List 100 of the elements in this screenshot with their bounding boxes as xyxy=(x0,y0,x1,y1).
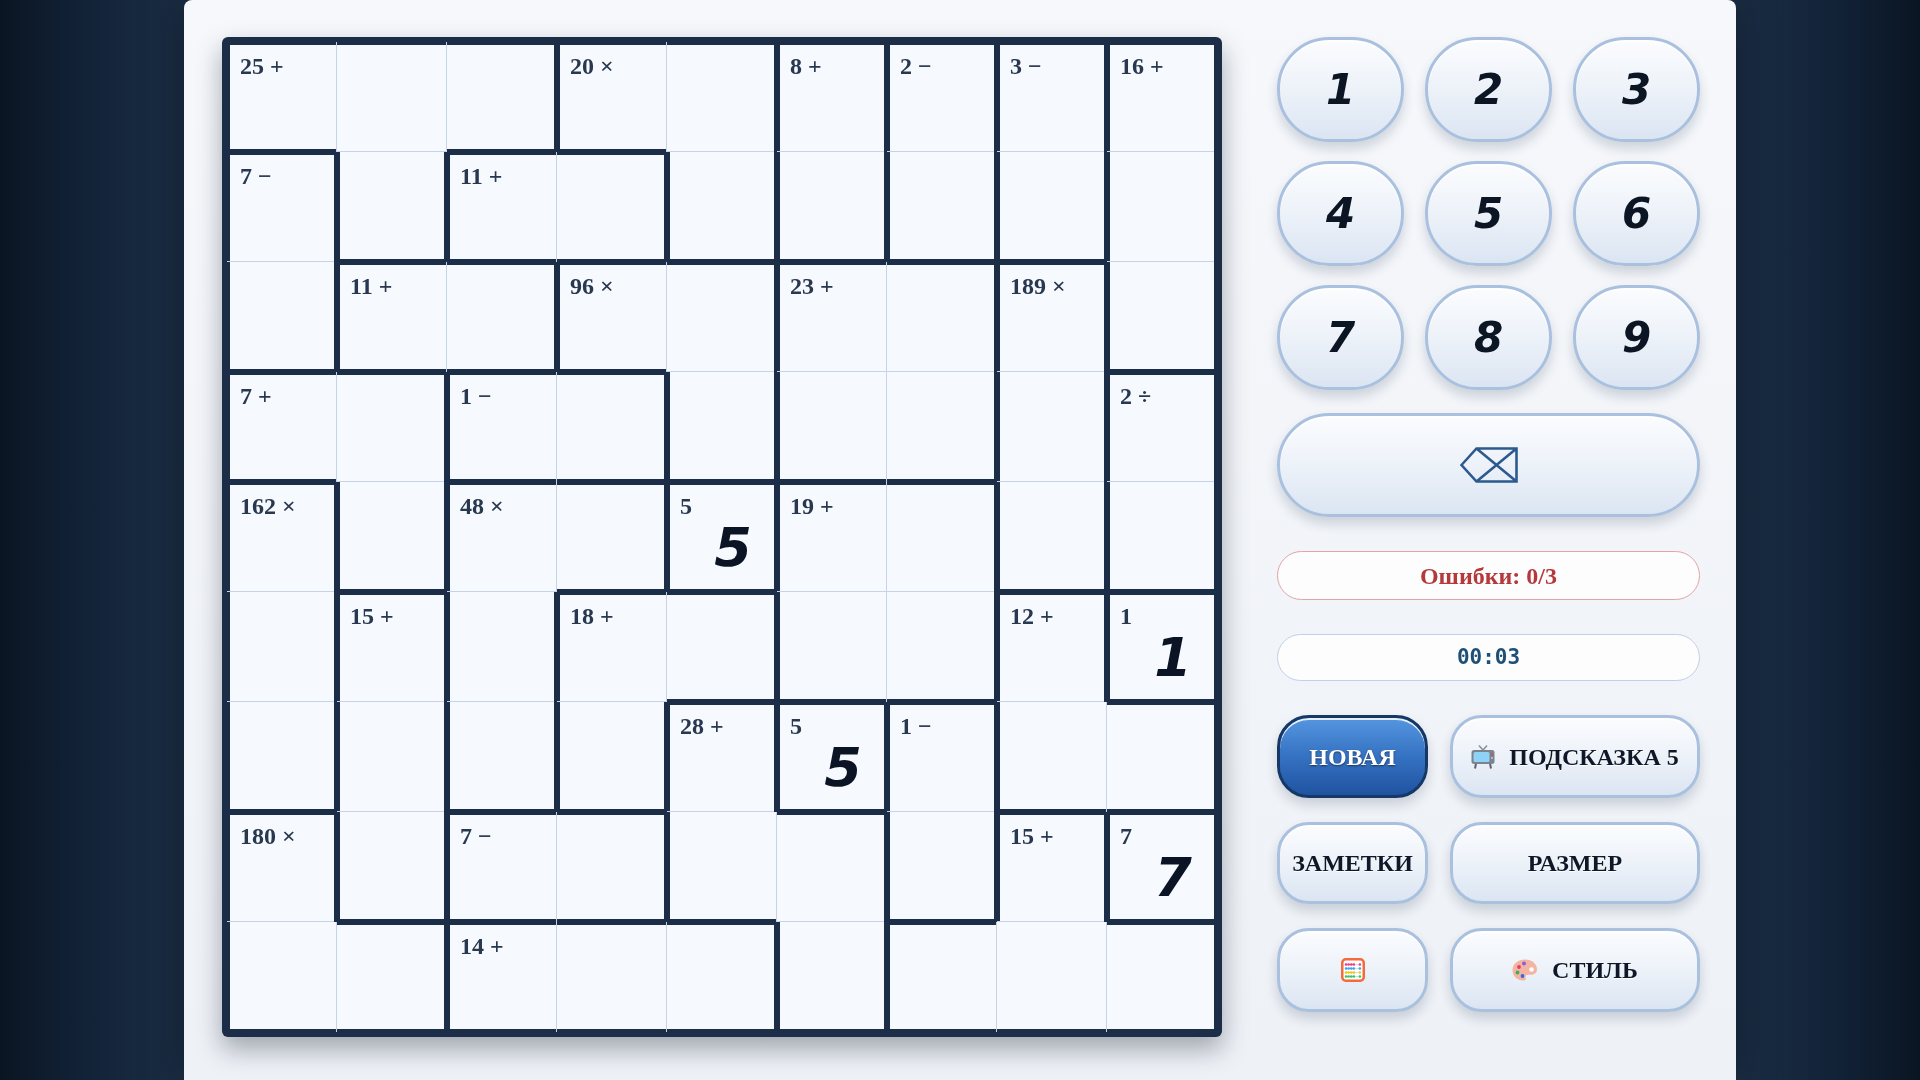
grid-cell[interactable] xyxy=(227,702,337,812)
grid-cell[interactable] xyxy=(337,152,447,262)
grid-cell[interactable]: 15 + xyxy=(337,592,447,702)
grid-cell[interactable] xyxy=(887,812,997,922)
grid-cell[interactable]: 18 + xyxy=(557,592,667,702)
grid-cell[interactable] xyxy=(777,922,887,1032)
grid-cell[interactable]: 11 + xyxy=(447,152,557,262)
grid-cell[interactable]: 7 − xyxy=(447,812,557,922)
grid-cell[interactable] xyxy=(997,702,1107,812)
grid-cell[interactable] xyxy=(667,262,777,372)
grid-cell[interactable] xyxy=(227,922,337,1032)
grid-cell[interactable]: 189 × xyxy=(997,262,1107,372)
grid-cell[interactable] xyxy=(667,922,777,1032)
grid-cell[interactable] xyxy=(337,812,447,922)
grid-cell[interactable] xyxy=(667,592,777,702)
digit-key[interactable]: 2 xyxy=(1425,37,1552,142)
grid-cell[interactable]: 19 + xyxy=(777,482,887,592)
grid-cell[interactable] xyxy=(887,152,997,262)
grid-cell[interactable] xyxy=(777,372,887,482)
grid-cell[interactable] xyxy=(557,152,667,262)
size-button[interactable]: РАЗМЕР xyxy=(1450,822,1700,904)
cage-clue: 7 − xyxy=(460,824,492,848)
grid-cell[interactable] xyxy=(997,922,1107,1032)
grid-cell[interactable]: 14 + xyxy=(447,922,557,1032)
grid-cell[interactable]: 28 + xyxy=(667,702,777,812)
digit-key[interactable]: 5 xyxy=(1425,161,1552,266)
grid-cell[interactable] xyxy=(337,702,447,812)
grid-cell[interactable]: 7 7 xyxy=(1107,812,1217,922)
grid-cell[interactable]: 96 × xyxy=(557,262,667,372)
grid-cell[interactable]: 2 ÷ xyxy=(1107,372,1217,482)
grid-cell[interactable] xyxy=(887,372,997,482)
grid-cell[interactable] xyxy=(667,152,777,262)
grid-cell[interactable] xyxy=(887,922,997,1032)
grid-cell[interactable]: 2 − xyxy=(887,42,997,152)
grid-cell[interactable] xyxy=(557,812,667,922)
grid-cell[interactable]: 25 + xyxy=(227,42,337,152)
grid-cell[interactable]: 48 × xyxy=(447,482,557,592)
grid-cell[interactable]: 162 × xyxy=(227,482,337,592)
grid-cell[interactable] xyxy=(227,592,337,702)
grid-cell[interactable] xyxy=(777,812,887,922)
grid-cell[interactable] xyxy=(777,152,887,262)
grid-cell[interactable]: 11 + xyxy=(337,262,447,372)
grid-cell[interactable]: 12 + xyxy=(997,592,1107,702)
grid-cell[interactable] xyxy=(557,482,667,592)
grid-cell[interactable]: 3 − xyxy=(997,42,1107,152)
grid-cell[interactable] xyxy=(447,592,557,702)
grid-cell[interactable] xyxy=(667,372,777,482)
grid-cell[interactable] xyxy=(1107,922,1217,1032)
grid-cell[interactable]: 7 − xyxy=(227,152,337,262)
grid-cell[interactable] xyxy=(337,922,447,1032)
digit-key[interactable]: 4 xyxy=(1277,161,1404,266)
grid-cell[interactable]: 20 × xyxy=(557,42,667,152)
grid-cell[interactable] xyxy=(667,812,777,922)
grid-cell[interactable] xyxy=(557,922,667,1032)
grid-cell[interactable] xyxy=(997,372,1107,482)
grid-cell[interactable] xyxy=(557,702,667,812)
cage-clue: 2 − xyxy=(900,54,932,78)
grid-cell[interactable] xyxy=(447,702,557,812)
grid-cell[interactable] xyxy=(887,592,997,702)
tv-icon xyxy=(1471,744,1496,769)
grid-cell[interactable] xyxy=(667,42,777,152)
notes-button[interactable]: ЗАМЕТКИ xyxy=(1277,822,1428,904)
grid-cell[interactable]: 15 + xyxy=(997,812,1107,922)
grid-cell[interactable] xyxy=(227,262,337,372)
grid-cell[interactable] xyxy=(337,482,447,592)
grid-cell[interactable] xyxy=(887,482,997,592)
backspace-icon xyxy=(1458,446,1519,484)
new-game-button[interactable]: НОВАЯ xyxy=(1277,715,1428,798)
hint-button[interactable]: ПОДСКАЗКА 5 xyxy=(1450,715,1700,798)
grid-cell[interactable]: 8 + xyxy=(777,42,887,152)
grid-cell[interactable] xyxy=(447,262,557,372)
grid-cell[interactable] xyxy=(887,262,997,372)
grid-cell[interactable]: 5 5 xyxy=(777,702,887,812)
grid-cell[interactable]: 5 5 xyxy=(667,482,777,592)
digit-key[interactable]: 8 xyxy=(1425,285,1552,390)
grid-cell[interactable]: 1 1 xyxy=(1107,592,1217,702)
grid-cell[interactable] xyxy=(337,42,447,152)
digit-key[interactable]: 9 xyxy=(1573,285,1700,390)
grid-cell[interactable] xyxy=(447,42,557,152)
grid-cell[interactable]: 16 + xyxy=(1107,42,1217,152)
style-button[interactable]: СТИЛЬ xyxy=(1450,928,1700,1012)
grid-cell[interactable]: 7 + xyxy=(227,372,337,482)
digit-key[interactable]: 7 xyxy=(1277,285,1404,390)
grid-cell[interactable] xyxy=(997,152,1107,262)
grid-cell[interactable] xyxy=(777,592,887,702)
grid-cell[interactable]: 1 − xyxy=(887,702,997,812)
digit-key[interactable]: 3 xyxy=(1573,37,1700,142)
digit-key[interactable]: 1 xyxy=(1277,37,1404,142)
grid-cell[interactable]: 23 + xyxy=(777,262,887,372)
grid-cell[interactable] xyxy=(1107,152,1217,262)
grid-cell[interactable]: 1 − xyxy=(447,372,557,482)
grid-cell[interactable] xyxy=(1107,262,1217,372)
cage-clue: 23 + xyxy=(790,274,834,298)
grid-cell[interactable] xyxy=(1107,482,1217,592)
grid-cell[interactable]: 180 × xyxy=(227,812,337,922)
grid-cell[interactable] xyxy=(337,372,447,482)
grid-cell[interactable] xyxy=(1107,702,1217,812)
digit-key[interactable]: 6 xyxy=(1573,161,1700,266)
grid-cell[interactable] xyxy=(557,372,667,482)
grid-cell[interactable] xyxy=(997,482,1107,592)
